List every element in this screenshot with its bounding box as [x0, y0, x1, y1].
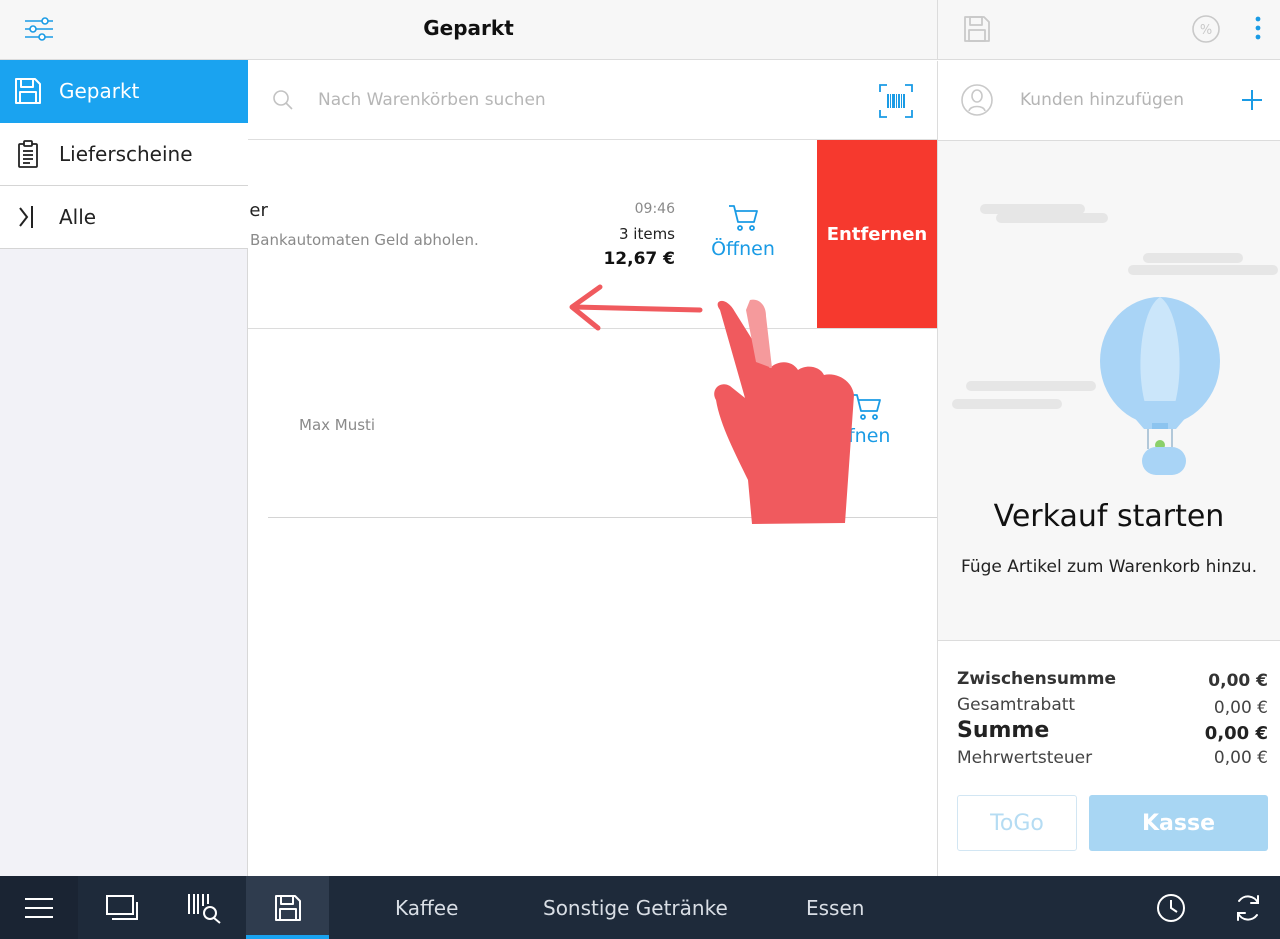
percent-icon: % — [1192, 15, 1220, 43]
sidebar-item-alle[interactable]: Alle — [0, 186, 248, 249]
open-cart-label: ffnen — [841, 425, 891, 447]
cart-customer-name: uller — [248, 200, 268, 221]
togo-button[interactable]: ToGo — [957, 795, 1077, 851]
vat-value: 0,00 € — [1213, 748, 1268, 768]
menu-button[interactable] — [0, 876, 78, 939]
shopping-cart-icon — [729, 205, 758, 231]
clock-icon[interactable] — [1155, 892, 1187, 924]
sidebar-item-geparkt[interactable]: Geparkt — [0, 60, 248, 123]
remove-cart-button[interactable]: Entfernen — [817, 140, 937, 328]
hamburger-menu-icon — [25, 898, 53, 918]
bottom-navigation-bar: Kaffee Sonstige Getränke Essen — [0, 876, 1280, 939]
hot-air-balloon-icon — [952, 204, 1278, 475]
discount-button[interactable]: % — [1191, 14, 1221, 44]
empty-state-subtitle: Füge Artikel zum Warenkorb hinzu. — [961, 557, 1257, 577]
stacked-windows-icon — [105, 894, 138, 920]
park-cart-button[interactable] — [961, 13, 993, 45]
svg-text:%: % — [1200, 23, 1212, 38]
open-cart-button[interactable]: Öffnen — [708, 202, 778, 272]
sum-label: Summe — [957, 718, 1050, 743]
product-grid-button[interactable] — [80, 876, 163, 939]
barcode-search-button[interactable] — [163, 876, 246, 939]
search-input[interactable] — [318, 85, 838, 115]
vat-label: Mehrwertsteuer — [957, 748, 1093, 768]
cart-search-bar — [248, 61, 937, 140]
parked-cart-row[interactable]: uller Bankautomaten Geld abholen. i 09:4… — [248, 140, 937, 329]
sum-value: 0,00 € — [1204, 723, 1268, 744]
discount-label: Gesamtrabatt — [957, 695, 1076, 715]
sidebar-item-label: Lieferscheine — [59, 142, 193, 166]
vertical-dots-icon — [1255, 16, 1261, 40]
sidebar: Geparkt Lieferscheine Alle — [0, 60, 248, 876]
barcode-scan-icon — [879, 84, 913, 118]
floppy-disk-icon — [15, 78, 41, 104]
subtotal-value: 0,00 € — [1208, 671, 1268, 691]
row-divider — [268, 517, 937, 518]
cart-toolbar: % — [937, 0, 1280, 60]
parked-cart-row[interactable]: Max Musti ffnen — [248, 329, 937, 518]
arrow-to-bar-icon — [19, 206, 33, 228]
open-cart-button[interactable]: ffnen — [826, 391, 906, 461]
totals-panel: Zwischensumme 0,00 € Gesamtrabatt 0,00 €… — [937, 641, 1280, 876]
category-tab-sonstige-getraenke[interactable]: Sonstige Getränke — [543, 896, 728, 920]
add-customer-row[interactable]: Kunden hinzufügen — [937, 61, 1280, 141]
plus-icon[interactable] — [1240, 88, 1264, 112]
cart-item-count: 3 items — [618, 225, 675, 243]
more-options-button[interactable] — [1248, 14, 1268, 44]
sidebar-item-label: Alle — [59, 205, 97, 229]
parked-carts-button[interactable] — [246, 876, 329, 939]
empty-state-title: Verkauf starten — [993, 499, 1225, 534]
cart-time: 09:46 — [634, 201, 675, 217]
search-icon — [273, 90, 293, 110]
subtotal-label: Zwischensumme — [957, 669, 1116, 689]
cart-total-price: 12,67 € — [603, 249, 675, 269]
discount-value: 0,00 € — [1213, 698, 1268, 718]
barcode-scan-button[interactable] — [878, 83, 914, 119]
barcode-search-icon — [187, 893, 221, 924]
sync-icon[interactable] — [1232, 892, 1264, 924]
category-tab-essen[interactable]: Essen — [806, 896, 864, 920]
checkout-button[interactable]: Kasse — [1089, 795, 1268, 851]
floppy-disk-icon — [964, 16, 990, 42]
sidebar-item-label: Geparkt — [59, 79, 140, 103]
top-bar: Geparkt — [0, 0, 937, 60]
clipboard-icon — [18, 140, 38, 168]
cart-note: Bankautomaten Geld abholen. — [250, 231, 479, 249]
sidebar-item-lieferscheine[interactable]: Lieferscheine — [0, 123, 248, 186]
floppy-disk-icon — [274, 894, 301, 921]
shopping-cart-icon — [852, 394, 881, 420]
person-icon — [961, 84, 993, 116]
category-tab-kaffee[interactable]: Kaffee — [395, 896, 458, 920]
page-title: Geparkt — [423, 16, 514, 40]
empty-cart-state: Verkauf starten Füge Artikel zum Warenko… — [937, 141, 1280, 641]
add-customer-label: Kunden hinzufügen — [1020, 90, 1185, 110]
open-cart-label: Öffnen — [711, 238, 775, 260]
cart-customer-name: Max Musti — [299, 416, 376, 434]
